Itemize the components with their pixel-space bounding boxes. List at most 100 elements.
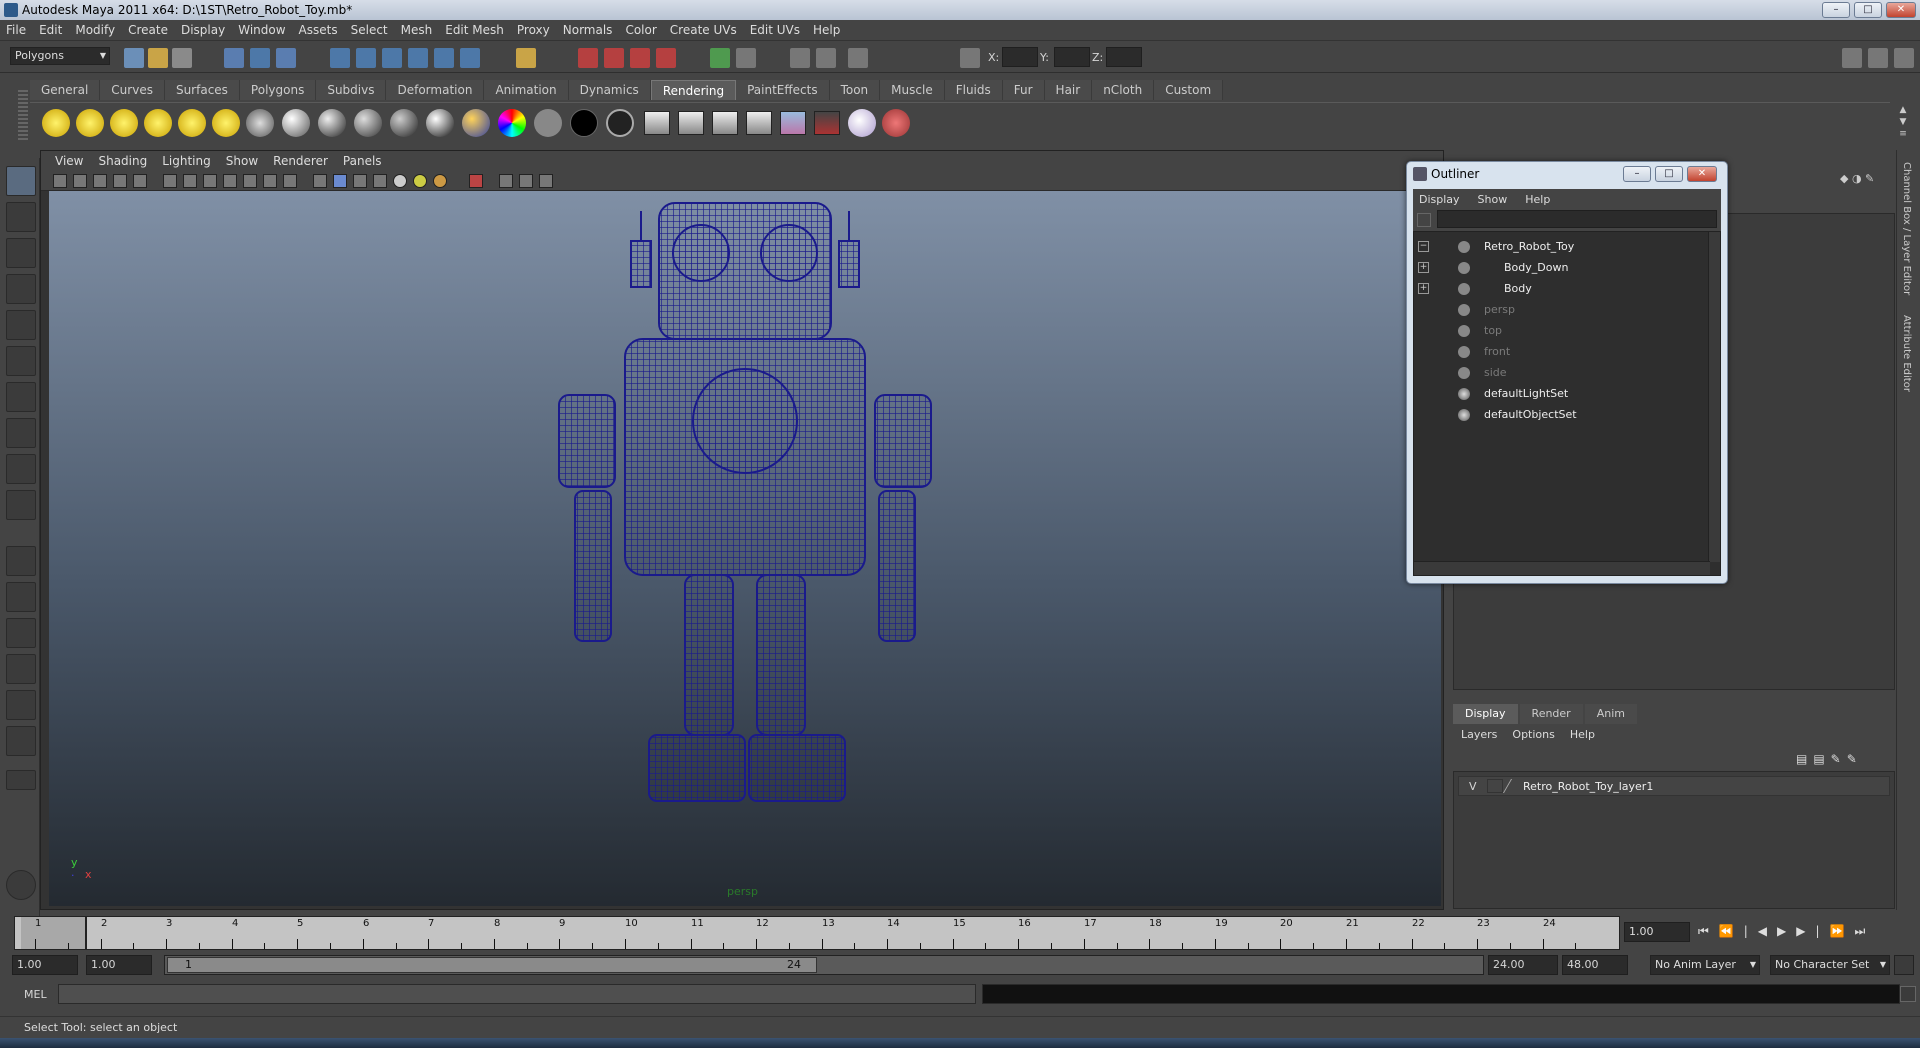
current-frame-marker[interactable]: [21, 917, 87, 949]
lasso-tool-icon[interactable]: [6, 202, 36, 232]
outliner-row-body[interactable]: + Body: [1414, 280, 1708, 298]
current-frame-field[interactable]: 1.00: [1624, 922, 1690, 942]
channel-box-icons[interactable]: ◆ ◑ ✎: [1840, 172, 1890, 188]
range-slider[interactable]: 1 24: [164, 955, 1484, 975]
maximize-button[interactable]: □: [1854, 2, 1882, 18]
wireframe-on-shaded-icon[interactable]: [353, 174, 367, 188]
all-lights-icon[interactable]: [413, 174, 427, 188]
layout-icon[interactable]: [790, 48, 810, 68]
menu-mesh[interactable]: Mesh: [401, 23, 433, 37]
snap-surface-icon[interactable]: [434, 48, 454, 68]
shelf-tab-surfaces[interactable]: Surfaces: [164, 80, 240, 100]
wireframe-icon[interactable]: [313, 174, 327, 188]
outliner-row-defaultobjectset[interactable]: defaultObjectSet: [1414, 406, 1708, 424]
persp-graph-hypergraph-layout-icon[interactable]: [6, 726, 36, 756]
panel-toggle-icon[interactable]: [736, 48, 756, 68]
shelf-tab-rendering[interactable]: Rendering: [650, 80, 737, 100]
open-scene-icon[interactable]: [148, 48, 168, 68]
directional-light-icon[interactable]: [76, 109, 104, 137]
rotate-tool-icon[interactable]: [6, 310, 36, 340]
menu-assets[interactable]: Assets: [299, 23, 338, 37]
render-settings-icon[interactable]: [630, 48, 650, 68]
filter-icon[interactable]: [1417, 213, 1431, 227]
two-d-pan-zoom-icon[interactable]: [133, 174, 147, 188]
shelf-tab-deformation[interactable]: Deformation: [386, 80, 485, 100]
menu-display[interactable]: Display: [181, 23, 225, 37]
menuset-dropdown[interactable]: Polygons ▼: [10, 47, 110, 65]
attribute-editor-side-tab[interactable]: Attribute Editor: [1901, 315, 1912, 392]
menu-normals[interactable]: Normals: [563, 23, 613, 37]
show-manipulator-icon[interactable]: [6, 454, 36, 484]
animation-preferences-icon[interactable]: [1894, 955, 1914, 975]
safe-action-icon[interactable]: [263, 174, 277, 188]
shading-map-icon[interactable]: [606, 109, 634, 137]
hypershade-icon[interactable]: [656, 48, 676, 68]
layer-tab-display[interactable]: Display: [1453, 704, 1518, 724]
menu-modify[interactable]: Modify: [75, 23, 115, 37]
outliner-row-defaultlightset[interactable]: defaultLightSet: [1414, 385, 1708, 403]
shelf-tab-general[interactable]: General: [30, 80, 101, 100]
expand-toggle-icon[interactable]: +: [1418, 283, 1429, 294]
snap-curve-icon[interactable]: [356, 48, 376, 68]
outliner-menu-help[interactable]: Help: [1525, 193, 1550, 206]
surface-shader-icon[interactable]: [534, 109, 562, 137]
outliner-vertical-scrollbar[interactable]: [1708, 232, 1720, 562]
shelf-tab-curves[interactable]: Curves: [100, 80, 165, 100]
scale-tool-icon[interactable]: [6, 346, 36, 376]
spot-light-icon[interactable]: [144, 109, 172, 137]
hardware-render-icon[interactable]: [539, 174, 553, 188]
shelf-tab-subdivs[interactable]: Subdivs: [316, 80, 387, 100]
outliner-close-button[interactable]: ✕: [1687, 166, 1717, 182]
textured-icon[interactable]: [373, 174, 387, 188]
use-background-icon[interactable]: [570, 109, 598, 137]
shelf-tab-animation[interactable]: Animation: [484, 80, 569, 100]
shelf-tab-fur[interactable]: Fur: [1002, 80, 1045, 100]
character-set-dropdown[interactable]: No Character Set ▼: [1770, 955, 1890, 975]
viewport-menu-renderer[interactable]: Renderer: [273, 154, 328, 168]
shelf-tab-custom[interactable]: Custom: [1154, 80, 1224, 100]
select-object-icon[interactable]: [250, 48, 270, 68]
field-chart-icon[interactable]: [243, 174, 257, 188]
layer-tab-anim[interactable]: Anim: [1584, 704, 1637, 724]
gate-mask-icon[interactable]: [223, 174, 237, 188]
snap-grid-icon[interactable]: [330, 48, 350, 68]
blinn-shader-icon[interactable]: [318, 109, 346, 137]
viewport-menu-show[interactable]: Show: [226, 154, 258, 168]
camera-attributes-icon[interactable]: [73, 174, 87, 188]
playback-controls[interactable]: ⏮⏪|◀▶▶|⏩⏭: [1698, 924, 1898, 942]
shelf-scroll[interactable]: ▲ ▼ ≡: [1896, 104, 1910, 140]
smooth-shade-icon[interactable]: [333, 174, 347, 188]
lambert-shader-icon[interactable]: [282, 109, 310, 137]
mel-label[interactable]: MEL: [24, 988, 47, 1001]
menu-create-uvs[interactable]: Create UVs: [670, 23, 737, 37]
area-light-icon[interactable]: [178, 109, 206, 137]
anim-layer-dropdown[interactable]: No Anim Layer ▼: [1650, 955, 1760, 975]
layer-menu-options[interactable]: Options: [1512, 728, 1554, 741]
toggle-tool-settings-icon[interactable]: [1868, 48, 1888, 68]
phong-shader-icon[interactable]: [354, 109, 382, 137]
outliner-horizontal-scrollbar[interactable]: [1414, 561, 1710, 575]
xray-icon[interactable]: [499, 174, 513, 188]
shadows-icon[interactable]: [433, 174, 447, 188]
robot-model[interactable]: [558, 202, 932, 802]
point-light-icon[interactable]: [110, 109, 138, 137]
range-start-outer-field[interactable]: 1.00: [12, 955, 78, 975]
xray-joints-icon[interactable]: [519, 174, 533, 188]
range-end-outer-field[interactable]: 48.00: [1562, 955, 1628, 975]
layout-two-icon[interactable]: [816, 48, 836, 68]
script-editor-icon[interactable]: [1900, 986, 1916, 1002]
layer-row[interactable]: V Retro_Robot_Toy_layer1: [1458, 776, 1890, 796]
menu-create[interactable]: Create: [128, 23, 168, 37]
layer-playback-toggle[interactable]: [1487, 779, 1503, 793]
command-input[interactable]: [58, 984, 976, 1004]
layer-color-swatch[interactable]: [1502, 779, 1524, 793]
default-light-icon[interactable]: [393, 174, 407, 188]
perspective-viewport[interactable]: View Shading Lighting Show Renderer Panels: [40, 150, 1444, 910]
ramp-shader-icon[interactable]: [498, 109, 526, 137]
persp-graph-layout-icon[interactable]: [6, 654, 36, 684]
close-button[interactable]: ✕: [1886, 2, 1916, 18]
move-tool-icon[interactable]: [6, 274, 36, 304]
viewport-menu-view[interactable]: View: [55, 154, 83, 168]
shelf-handle[interactable]: [18, 90, 28, 140]
input-line-icon[interactable]: [710, 48, 730, 68]
